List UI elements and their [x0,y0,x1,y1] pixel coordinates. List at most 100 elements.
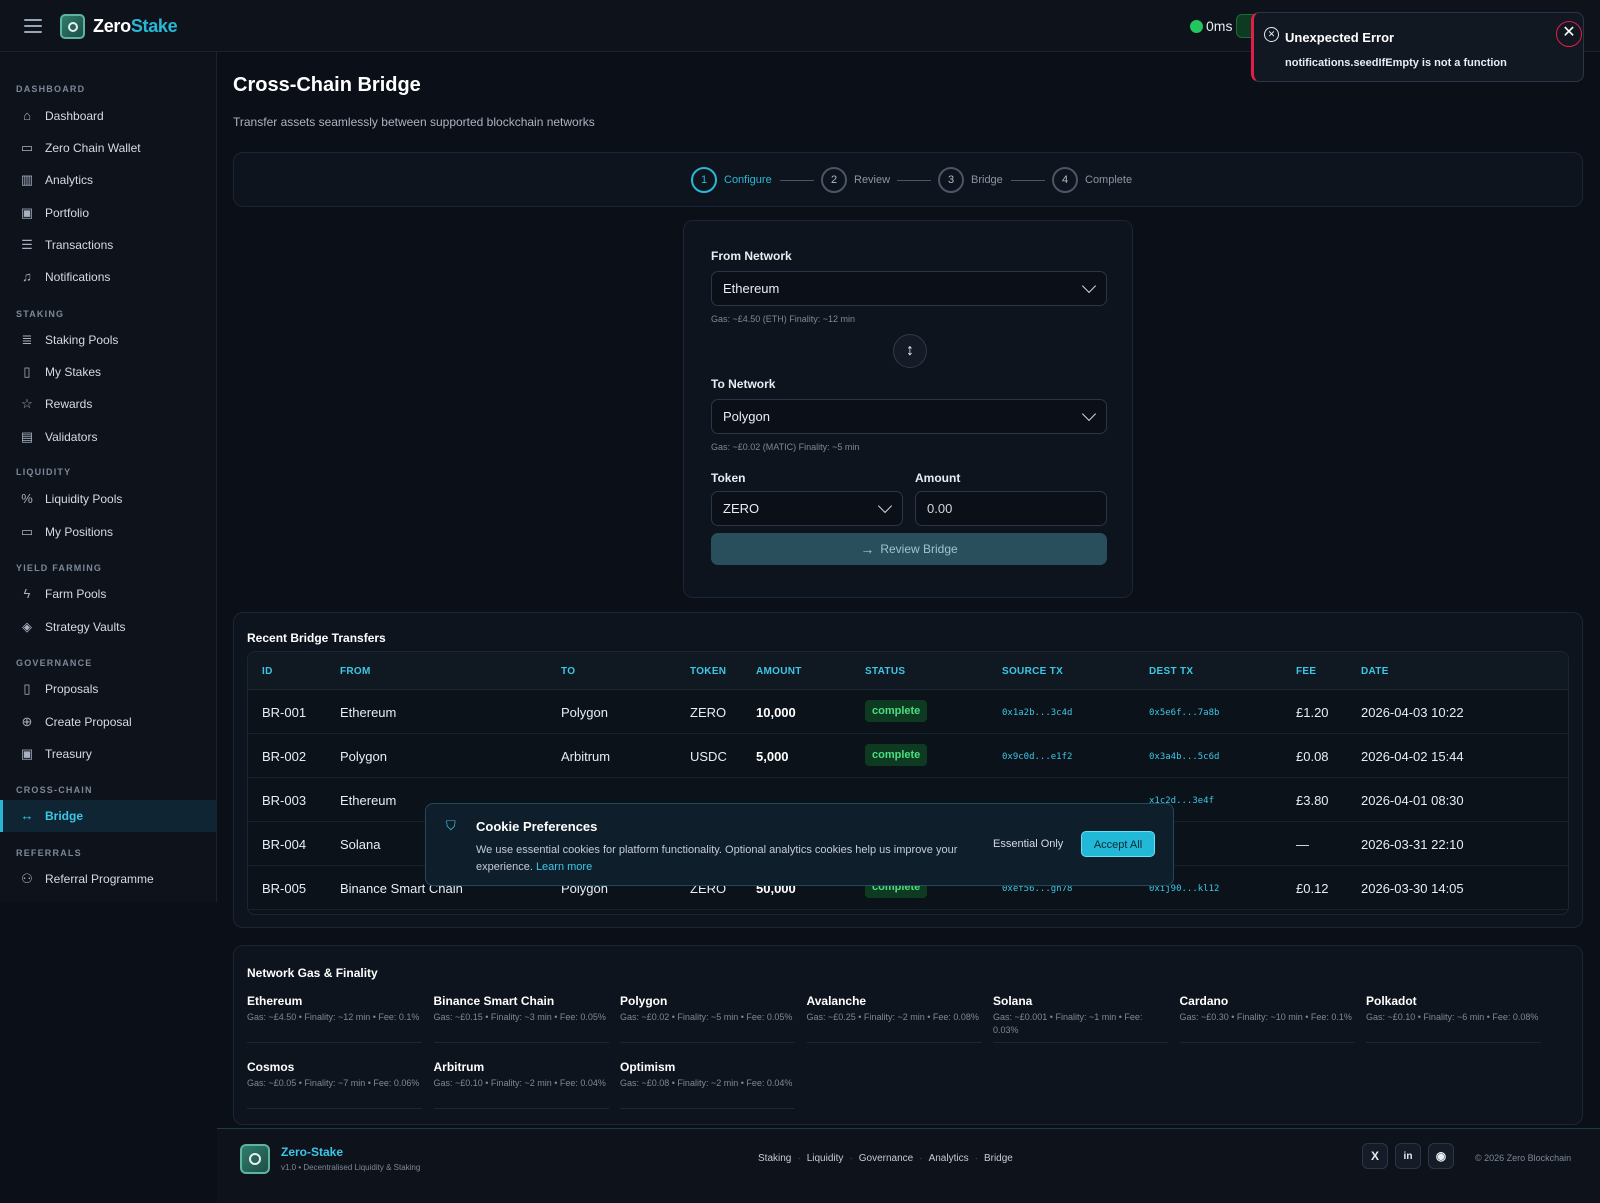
sidebar-item-my-positions[interactable]: ▭ My Positions [0,517,216,547]
sidebar-item-referral-programme[interactable]: ⚇ Referral Programme [0,864,216,894]
cell-fee: £3.80 [1296,793,1329,808]
footer-link-bridge[interactable]: Bridge [984,1153,1013,1164]
divider [247,1108,422,1109]
cell-fee: — [1296,837,1309,852]
sidebar-item-dashboard[interactable]: ⌂ Dashboard [0,101,216,131]
sidebar-item-portfolio[interactable]: ▣ Portfolio [0,198,216,228]
bolt-icon: ϟ [23,586,31,601]
network-name: Cardano [1179,994,1229,1008]
cell-amount: 10,000 [756,705,796,720]
step-label: Bridge [971,174,1003,186]
accept-all-button[interactable]: Accept All [1081,831,1155,857]
step-label: Review [854,174,891,186]
close-icon[interactable]: ✕ [1556,21,1582,47]
column-header[interactable]: FROM [340,666,371,677]
sidebar-item-label: My Stakes [45,365,102,379]
divider [806,1042,982,1043]
sidebar-item-strategy-vaults[interactable]: ◈ Strategy Vaults [0,612,216,642]
arrows-horizontal-icon: ↔ [20,808,34,823]
essential-only-button[interactable]: Essential Only [993,838,1063,850]
cell-dest-tx[interactable]: 0x5e6f...7a8b [1149,708,1219,718]
cell-id: BR-005 [262,881,307,896]
server-icon: ▤ [20,429,34,444]
token-select[interactable]: ZERO [711,491,903,526]
cell-source-tx[interactable]: 0x9c0d...e1f2 [1002,752,1072,762]
review-bridge-button[interactable]: → Review Bridge [711,533,1107,565]
learn-more-link[interactable]: Learn more [536,861,592,873]
column-header[interactable]: DATE [1361,666,1389,677]
wallet-icon: ▭ [20,524,34,539]
menu-icon[interactable] [24,19,42,33]
footer-link-staking[interactable]: Staking [758,1153,791,1164]
linkedin-icon[interactable]: in [1395,1143,1421,1169]
column-header[interactable]: ID [262,666,273,677]
column-header[interactable]: FEE [1296,666,1316,677]
from-network-select[interactable]: Ethereum [711,271,1107,306]
cell-token: ZERO [690,705,727,720]
step-configure: 1 Configure [691,167,772,193]
network-gas-card: Network Gas & Finality Ethereum Gas: ~£4.… [233,945,1583,1125]
sidebar-item-bridge[interactable]: ↔ Bridge [0,800,216,832]
logo-icon [60,14,85,39]
separator: · [849,1153,853,1164]
plus-circle-icon: ⊕ [21,714,33,729]
column-header[interactable]: TOKEN [690,666,726,677]
bridge-stepper: 1 Configure 2 Review 3 Bridge 4 Complete [233,152,1583,207]
sidebar-item-treasury[interactable]: ▣ Treasury [0,739,216,769]
sidebar-item-label: Transactions [45,238,114,252]
sidebar-item-liquidity-pools[interactable]: % Liquidity Pools [0,484,216,514]
cell-from: Ethereum [340,705,397,720]
shield-icon: ⛉ [446,818,456,833]
sidebar-item-notifications[interactable]: ♫ Notifications [0,262,216,292]
column-header[interactable]: STATUS [865,666,905,677]
footer: Zero-Stake v1.0 • Decentralised Liquidit… [217,1128,1600,1203]
column-header[interactable]: DEST TX [1149,666,1193,677]
recent-transfers-title: Recent Bridge Transfers [247,631,386,645]
sidebar-item-transactions[interactable]: ☰ Transactions [0,230,216,260]
cell-date: 2026-03-31 22:10 [1361,837,1464,852]
swap-networks-button[interactable]: ↕ [893,334,927,368]
table-row[interactable]: BR-001 Ethereum Polygon ZERO 10,000 complete 0… [248,690,1568,734]
sidebar-item-staking-pools[interactable]: ≣ Staking Pools [0,325,216,355]
amount-label: Amount [915,471,961,485]
bookmark-icon: ▯ [23,364,31,379]
sidebar-item-proposals[interactable]: ▯ Proposals [0,674,216,704]
column-header[interactable]: SOURCE TX [1002,666,1063,677]
github-icon[interactable]: ◉ [1428,1143,1454,1169]
x-icon[interactable]: X [1362,1143,1388,1169]
footer-link-liquidity[interactable]: Liquidity [807,1153,844,1164]
column-header[interactable]: AMOUNT [756,666,802,677]
bridge-form: From Network Ethereum Gas: ~£4.50 (ETH) … [683,220,1133,598]
sidebar-item-farm-pools[interactable]: ϟ Farm Pools [0,579,216,609]
column-header[interactable]: TO [561,666,575,677]
sidebar-item-create-proposal[interactable]: ⊕ Create Proposal [0,707,216,737]
sidebar-item-rewards[interactable]: ☆ Rewards [0,389,216,419]
cell-dest-tx[interactable]: 0x3a4b...5c6d [1149,752,1219,762]
network-gas-item: Solana Gas: ~£0.001 • Finality: ~1 min • … [993,994,1168,1037]
amount-input[interactable]: 0.00 [915,491,1107,526]
cell-source-tx[interactable]: 0x1a2b...3c4d [1002,708,1072,718]
footer-link-governance[interactable]: Governance [859,1153,913,1164]
to-network-select[interactable]: Polygon [711,399,1107,434]
network-detail: Gas: ~£0.02 • Finality: ~5 min • Fee: 0.… [620,1012,793,1022]
separator: · [974,1153,978,1164]
network-name: Avalanche [806,994,867,1008]
sidebar-item-my-stakes[interactable]: ▯ My Stakes [0,357,216,387]
network-gas-title: Network Gas & Finality [247,966,378,980]
footer-link-analytics[interactable]: Analytics [929,1153,969,1164]
from-network-label: From Network [711,249,792,263]
sidebar-item-analytics[interactable]: ▥ Analytics [0,165,216,195]
sidebar-section-title: REFERRALS [16,848,82,858]
sidebar-item-zero-chain-wallet[interactable]: ▭ Zero Chain Wallet [0,133,216,163]
chevron-down-icon [1081,406,1097,422]
cell-date: 2026-04-02 15:44 [1361,749,1464,764]
to-network-value: Polygon [723,409,770,424]
step-number: 1 [691,167,717,193]
divider [620,1108,795,1109]
network-name: Solana [993,994,1033,1008]
database-icon: ≣ [21,332,33,347]
sidebar-item-validators[interactable]: ▤ Validators [0,422,216,452]
table-row[interactable]: BR-002 Polygon Arbitrum USDC 5,000 complete 0x… [248,734,1568,778]
toast-title: Unexpected Error [1285,30,1395,45]
network-name: Arbitrum [433,1060,485,1074]
